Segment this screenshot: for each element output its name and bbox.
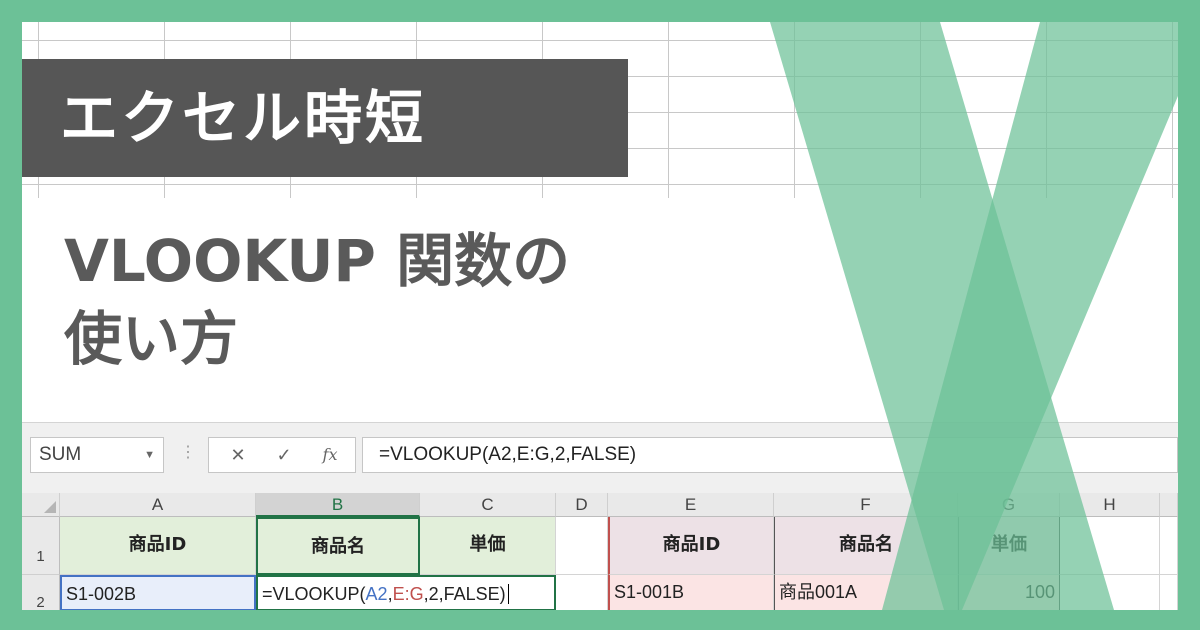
row-header-2[interactable]: 2	[22, 575, 60, 610]
cell-e1[interactable]: 商品ID	[608, 517, 774, 575]
column-header-f[interactable]: F	[774, 493, 958, 517]
formula-ref-a2: A2	[365, 584, 388, 604]
column-header-d[interactable]: D	[556, 493, 608, 517]
formula-bar-buttons: ✕ ✓ fx	[208, 437, 356, 473]
cell-d2[interactable]	[556, 575, 608, 610]
spreadsheet-window: SUM ▼ ⋮ ✕ ✓ fx =VLOOKUP(A2,E:G,2,FALSE) …	[22, 422, 1178, 610]
insert-function-icon[interactable]: fx	[315, 438, 345, 472]
cell-i1[interactable]	[1160, 517, 1178, 575]
formula-bar-splitter[interactable]: ⋮	[180, 443, 196, 463]
enter-check-icon[interactable]: ✓	[269, 438, 299, 472]
chevron-down-icon[interactable]: ▼	[144, 438, 155, 472]
cell-a1[interactable]: 商品ID	[60, 517, 256, 575]
column-header-b[interactable]: B	[256, 493, 420, 517]
category-label: エクセル時短	[60, 84, 427, 152]
cell-g1[interactable]: 単価	[958, 517, 1060, 575]
column-header-a[interactable]: A	[60, 493, 256, 517]
column-header-c[interactable]: C	[420, 493, 556, 517]
column-header-g[interactable]: G	[958, 493, 1060, 517]
text-cursor	[507, 584, 509, 604]
worksheet-grid: A B C D E F G H 1 2 商品ID 商品名 単価 商品ID 商品名…	[22, 485, 1178, 610]
name-box[interactable]: SUM ▼	[30, 437, 164, 473]
cell-e2[interactable]: S1-001B	[608, 575, 774, 610]
cell-f2[interactable]: 商品001A	[774, 575, 958, 610]
row-header-1[interactable]: 1	[22, 517, 60, 575]
column-header-h[interactable]: H	[1060, 493, 1160, 517]
formula-suffix: ,2,FALSE)	[423, 584, 506, 604]
formula-input[interactable]: =VLOOKUP(A2,E:G,2,FALSE)	[362, 437, 1178, 473]
cell-b2-editing[interactable]: =VLOOKUP(A2,E:G,2,FALSE)	[256, 575, 556, 610]
cell-h1[interactable]	[1060, 517, 1160, 575]
cell-f1[interactable]: 商品名	[774, 517, 958, 575]
cell-i2[interactable]	[1160, 575, 1178, 610]
formula-ref-eg: E:G	[392, 584, 424, 604]
page-title-line2: 使い方	[64, 305, 239, 373]
select-all-button[interactable]	[22, 493, 60, 517]
select-all-triangle-icon	[44, 501, 56, 513]
page-title-line1: VLOOKUP 関数の	[64, 227, 571, 295]
page-title: VLOOKUP 関数の 使い方	[64, 222, 764, 378]
cell-d1[interactable]	[556, 517, 608, 575]
column-header-e[interactable]: E	[608, 493, 774, 517]
formula-prefix: =VLOOKUP(	[262, 584, 366, 604]
cell-g2[interactable]: 100	[958, 575, 1060, 610]
cell-h2[interactable]	[1060, 575, 1160, 610]
name-box-value: SUM	[39, 444, 82, 465]
category-banner: エクセル時短	[22, 59, 628, 177]
cell-b1[interactable]: 商品名	[256, 517, 420, 575]
formula-bar: SUM ▼ ⋮ ✕ ✓ fx =VLOOKUP(A2,E:G,2,FALSE)	[22, 431, 1178, 475]
cancel-icon[interactable]: ✕	[223, 438, 253, 472]
column-header-i[interactable]	[1160, 493, 1178, 517]
thumbnail-canvas: エクセル時短 VLOOKUP 関数の 使い方 SUM ▼ ⋮ ✕ ✓ fx =V…	[22, 22, 1178, 610]
cell-a2[interactable]: S1-002B	[60, 575, 256, 610]
cell-c1[interactable]: 単価	[420, 517, 556, 575]
